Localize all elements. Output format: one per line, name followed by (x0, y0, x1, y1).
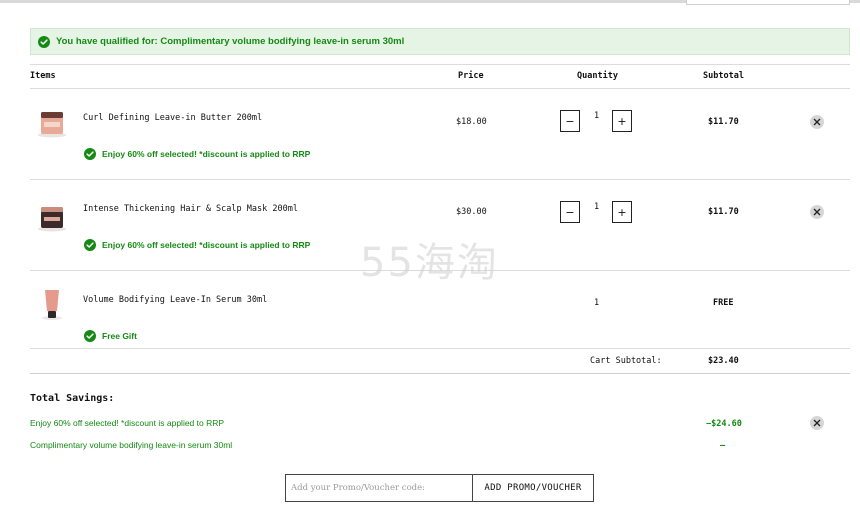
promo-note: Enjoy 60% off selected! *discount is app… (84, 239, 310, 251)
promo-text: Enjoy 60% off selected! *discount is app… (102, 149, 311, 159)
promo-code-input[interactable] (285, 474, 473, 502)
product-thumbnail-butter (38, 112, 66, 138)
quantity-decrease-button[interactable]: − (560, 110, 580, 132)
close-icon (813, 208, 821, 216)
promo-text: Enjoy 60% off selected! *discount is app… (102, 240, 311, 250)
check-circle-icon (38, 35, 50, 48)
close-icon (813, 118, 821, 126)
check-circle-icon (84, 239, 96, 251)
check-circle-icon (84, 148, 96, 160)
product-thumbnail-mask (38, 207, 66, 232)
cart-subtotal-value: $23.40 (708, 356, 739, 366)
divider (30, 373, 850, 374)
savings-line-value: – (720, 441, 726, 451)
qualified-banner-text: You have qualified for: Complimentary vo… (56, 36, 405, 47)
product-thumbnail-serum (42, 290, 62, 320)
savings-line-label: Enjoy 60% off selected! *discount is app… (30, 418, 225, 428)
remove-discount-button[interactable] (810, 416, 824, 430)
cart-subtotal-label: Cart Subtotal: (590, 356, 662, 366)
remove-item-button[interactable] (810, 115, 824, 129)
quantity-increase-button[interactable]: + (612, 201, 632, 223)
item-price: $18.00 (456, 117, 487, 127)
header-quantity: Quantity (577, 71, 618, 81)
quantity-decrease-button[interactable]: − (560, 201, 580, 223)
quantity-value: 1 (594, 202, 600, 212)
cart-item-row: Curl Defining Leave-in Butter 200ml Enjo… (30, 88, 850, 180)
total-savings-title: Total Savings: (30, 393, 115, 404)
savings-line-value: −$24.60 (706, 419, 742, 429)
promo-note: Enjoy 60% off selected! *discount is app… (84, 148, 310, 160)
header-price: Price (458, 71, 484, 81)
item-subtotal: FREE (713, 298, 734, 308)
close-icon (813, 419, 821, 427)
quantity-increase-button[interactable]: + (612, 110, 632, 132)
header-dropdown-edge (686, 0, 850, 5)
quantity-value: 1 (594, 298, 600, 308)
free-gift-note: Free Gift (84, 330, 137, 342)
check-circle-icon (84, 330, 96, 342)
quantity-value: 1 (594, 111, 600, 121)
free-gift-text: Free Gift (102, 331, 137, 341)
divider (30, 348, 850, 349)
item-subtotal: $11.70 (708, 117, 739, 127)
savings-line-label: Complimentary volume bodifying leave-in … (30, 440, 233, 450)
header-subtotal: Subtotal (703, 71, 744, 81)
header-items: Items (30, 71, 56, 81)
cart-item-row: Volume Bodifying Leave-In Serum 30ml Fre… (30, 271, 850, 349)
item-subtotal: $11.70 (708, 207, 739, 217)
add-promo-button[interactable]: ADD PROMO/VOUCHER (472, 474, 594, 502)
divider (30, 64, 850, 65)
item-price: $30.00 (456, 207, 487, 217)
product-name[interactable]: Curl Defining Leave-in Butter 200ml (83, 113, 262, 123)
remove-item-button[interactable] (810, 205, 824, 219)
cart-item-row: Intense Thickening Hair & Scalp Mask 200… (30, 180, 850, 270)
product-name[interactable]: Intense Thickening Hair & Scalp Mask 200… (83, 204, 298, 214)
qualified-banner: You have qualified for: Complimentary vo… (30, 28, 850, 55)
product-name[interactable]: Volume Bodifying Leave-In Serum 30ml (83, 295, 267, 305)
